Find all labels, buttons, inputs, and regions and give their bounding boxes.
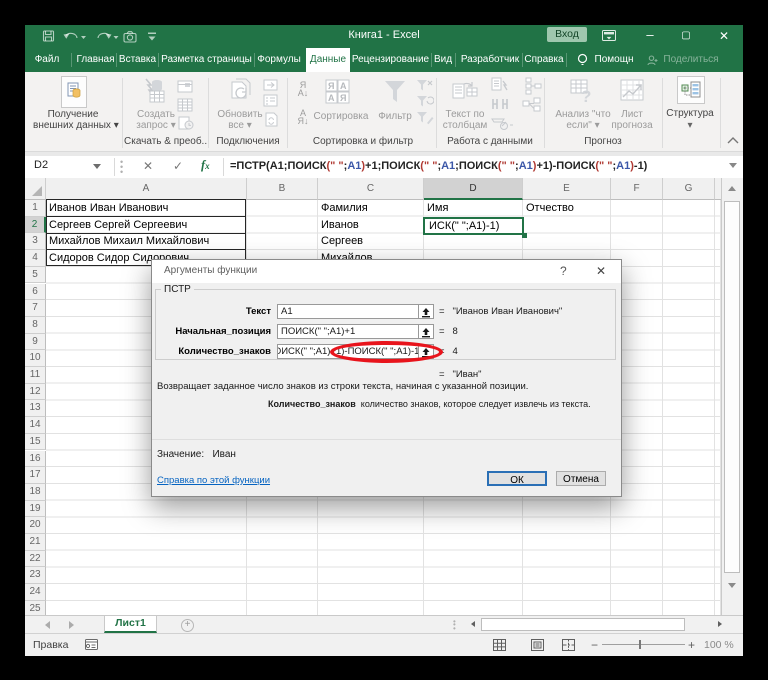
svg-text:А: А [340, 81, 347, 91]
svg-text:А: А [328, 93, 335, 103]
svg-text:Я: Я [340, 93, 346, 103]
svg-text:Я: Я [328, 81, 334, 91]
svg-text:?: ? [581, 87, 591, 106]
